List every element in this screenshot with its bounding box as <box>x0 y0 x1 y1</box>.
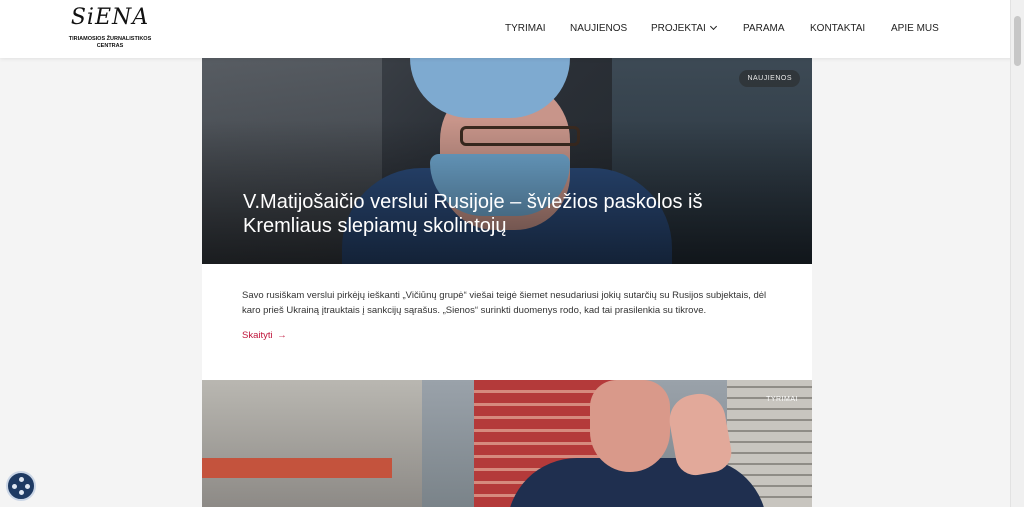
article-card-2[interactable]: TYRIMAI <box>202 380 812 507</box>
category-badge[interactable]: NAUJIENOS <box>739 70 800 87</box>
nav-item-apie-mus[interactable]: APIE MUS <box>891 21 939 37</box>
article-excerpt: Savo rusiškam verslui pirkėjų ieškanti „… <box>242 290 767 316</box>
article-card: NAUJIENOS V.Matijošaičio verslui Rusijoj… <box>202 58 812 380</box>
accessibility-icon[interactable] <box>6 471 36 501</box>
widget-dot <box>12 483 17 489</box>
nav-item-naujienos[interactable]: NAUJIENOS <box>570 21 627 37</box>
chevron-down-icon <box>709 22 717 31</box>
article-title[interactable]: V.Matijošaičio verslui Rusijoje – švieži… <box>243 190 763 238</box>
widget-dot <box>18 477 24 482</box>
nav-item-projektai-label: PROJEKTAI <box>651 23 706 34</box>
logo-subtitle: TIRIAMOSIOS ŽURNALISTIKOS CENTRAS <box>68 36 152 49</box>
card2-building-left <box>202 380 422 507</box>
scrollbar-thumb[interactable] <box>1014 16 1021 66</box>
card2-person-face <box>590 380 670 472</box>
category-badge-2[interactable]: TYRIMAI <box>766 396 798 403</box>
widget-dot <box>18 490 24 495</box>
read-more-link[interactable]: Skaityti → <box>242 330 287 341</box>
nav-item-parama[interactable]: PARAMA <box>743 21 785 37</box>
widget-dot <box>25 483 30 489</box>
card2-roof <box>202 458 392 478</box>
read-more-label: Skaityti <box>242 330 273 341</box>
site-header: SiENA TIRIAMOSIOS ŽURNALISTIKOS CENTRAS … <box>0 0 1024 58</box>
nav-item-tyrimai[interactable]: TYRIMAI <box>505 21 546 37</box>
arrow-right-icon: → <box>277 330 287 341</box>
nav-item-projektai[interactable]: PROJEKTAI <box>651 21 717 37</box>
page-scrollbar[interactable] <box>1010 0 1024 507</box>
main-nav: TYRIMAI NAUJIENOS PROJEKTAI PARAMA KONTA… <box>0 21 1024 37</box>
article-hero-image[interactable]: NAUJIENOS V.Matijošaičio verslui Rusijoj… <box>202 58 812 264</box>
nav-item-kontaktai[interactable]: KONTAKTAI <box>810 21 865 37</box>
article-body: Savo rusiškam verslui pirkėjų ieškanti „… <box>202 264 812 380</box>
